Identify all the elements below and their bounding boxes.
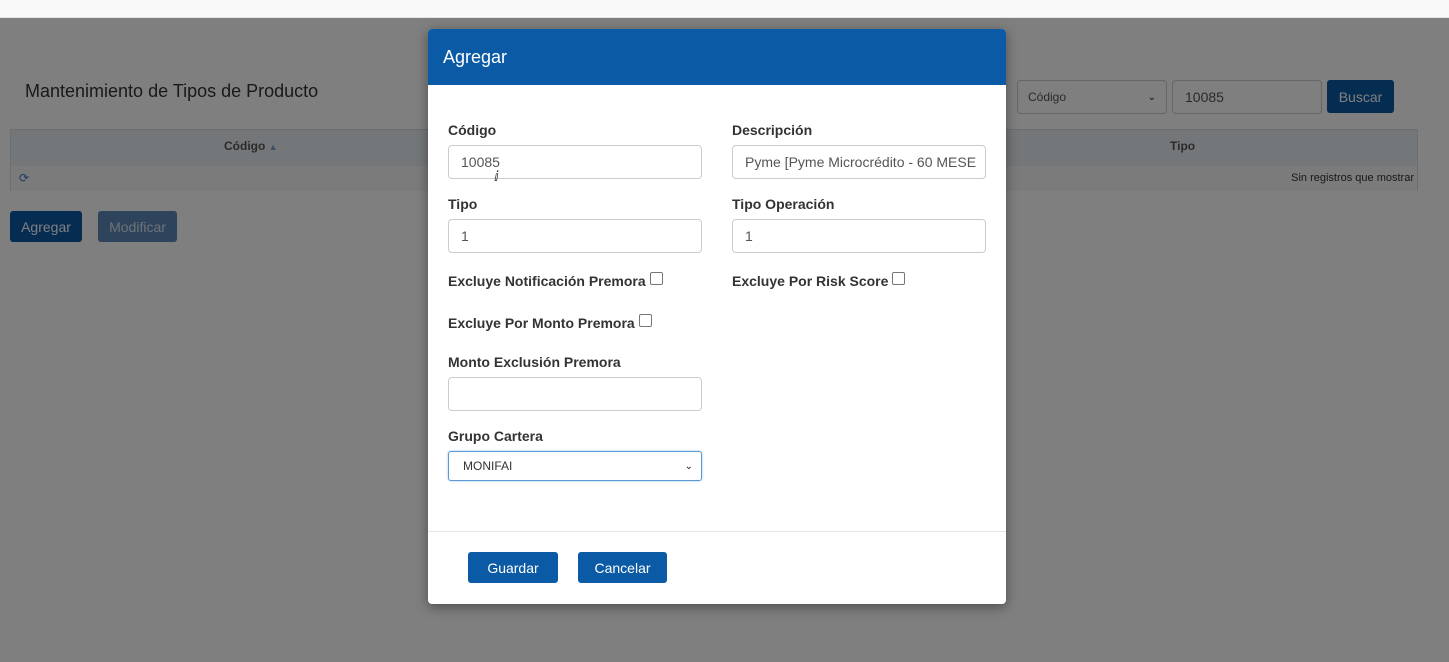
codigo-input[interactable]: 10085 — [448, 145, 702, 179]
text-cursor-icon: ⅈ — [494, 169, 499, 185]
excluye-notificacion-row: Excluye Notificación Premora — [448, 272, 663, 289]
excluye-notificacion-checkbox[interactable] — [649, 272, 663, 285]
excluye-risk-label: Excluye Por Risk Score — [732, 273, 889, 289]
tipo-operacion-input[interactable]: 1 — [732, 219, 986, 253]
save-button[interactable]: Guardar — [468, 552, 558, 583]
add-dialog: Agregar Código 10085 Descripción Pyme [P… — [428, 29, 1006, 604]
dialog-footer-divider — [428, 531, 1006, 532]
descripcion-input[interactable]: Pyme [Pyme Microcrédito - 60 MESE — [732, 145, 986, 179]
dialog-header: Agregar — [428, 29, 1006, 85]
chevron-down-icon: ⌄ — [684, 460, 693, 472]
grupo-cartera-label: Grupo Cartera — [448, 428, 543, 444]
tipo-input[interactable]: 1 — [448, 219, 702, 253]
excluye-risk-checkbox[interactable] — [892, 272, 906, 285]
excluye-notificacion-label: Excluye Notificación Premora — [448, 273, 646, 289]
excluye-monto-label: Excluye Por Monto Premora — [448, 315, 635, 331]
grupo-cartera-select[interactable]: MONIFAI ⌄ — [448, 451, 702, 481]
tipo-operacion-label: Tipo Operación — [732, 196, 835, 212]
dialog-title: Agregar — [443, 46, 508, 67]
excluye-monto-checkbox[interactable] — [638, 314, 652, 327]
excluye-risk-row: Excluye Por Risk Score — [732, 272, 906, 289]
codigo-label: Código — [448, 122, 497, 138]
browser-top-bar — [0, 0, 1449, 18]
descripcion-label: Descripción — [732, 122, 813, 138]
grupo-cartera-value: MONIFAI — [463, 459, 513, 473]
cancel-button[interactable]: Cancelar — [578, 552, 667, 583]
excluye-monto-row: Excluye Por Monto Premora — [448, 314, 652, 331]
monto-exclusion-label: Monto Exclusión Premora — [448, 354, 621, 370]
monto-exclusion-input[interactable] — [448, 377, 702, 411]
tipo-label: Tipo — [448, 196, 478, 212]
